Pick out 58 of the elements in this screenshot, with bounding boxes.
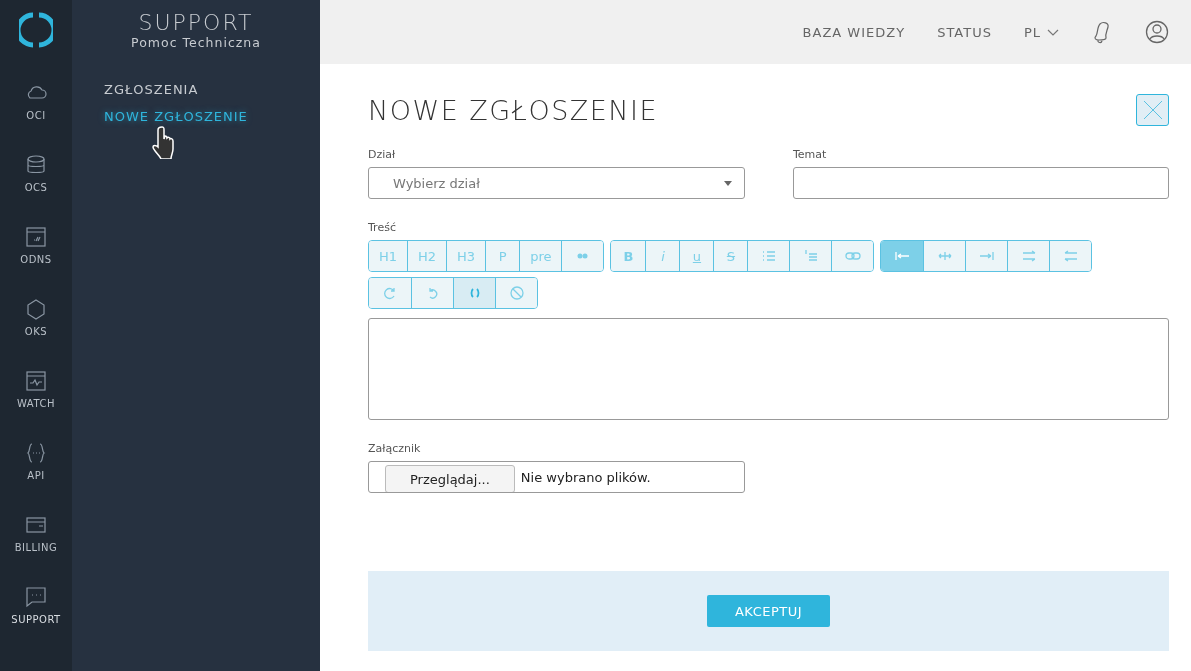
clear-format-icon [508, 285, 525, 301]
content-textarea[interactable] [368, 318, 1169, 420]
editor-tool-button[interactable] [965, 241, 1008, 271]
editor-tool-button[interactable] [495, 278, 537, 308]
nav-rail-item[interactable]: BILLING [0, 514, 72, 586]
database-icon [25, 154, 47, 176]
card-icon [25, 514, 47, 536]
nav-rail-item[interactable]: OCS [0, 154, 72, 226]
editor-tool-button[interactable] [369, 278, 411, 308]
indent-icon [1020, 248, 1037, 264]
page-title: NOWE ZGŁOSZENIE [368, 94, 659, 126]
braces-icon [25, 442, 47, 464]
nav-rail-item[interactable]: ODNS [0, 226, 72, 298]
redo-icon [382, 285, 398, 301]
sidebar-link[interactable]: ZGŁOSZENIA [104, 82, 320, 97]
close-button[interactable] [1136, 94, 1169, 126]
editor-tool-button[interactable] [1049, 241, 1092, 271]
top-nav-link[interactable]: BAZA WIEDZY [802, 24, 906, 40]
chevron-down-icon [1047, 28, 1059, 36]
top-nav-link[interactable]: STATUS [937, 24, 992, 40]
field-label: Temat [793, 148, 828, 161]
logo-icon [19, 12, 53, 48]
file-input[interactable]: Przeglądaj... Nie wybrano plików. [368, 461, 745, 493]
editor-tool-button[interactable] [1007, 241, 1050, 271]
field-label: Dział [368, 148, 397, 161]
nav-rail-item[interactable]: OKS [0, 298, 72, 370]
nav-rail-item[interactable]: SUPPORT [0, 586, 72, 658]
editor-tool-button[interactable] [789, 241, 832, 271]
editor-tool-button[interactable] [831, 241, 874, 271]
editor-tool-button[interactable] [923, 241, 966, 271]
field-label: Załącznik [368, 442, 422, 455]
editor-tool-button[interactable] [561, 241, 604, 271]
file-status: Nie wybrano plików. [520, 469, 651, 485]
browse-button[interactable]: Przeglądaj... [385, 465, 515, 492]
browser-window-icon [25, 226, 47, 248]
nav-rail-item[interactable]: WATCH [0, 370, 72, 442]
field-label: Treść [368, 221, 397, 234]
section-title: SUPPORT [138, 10, 254, 35]
numbered-list-icon [802, 248, 819, 264]
pulse-window-icon [25, 370, 47, 392]
nav-rail-item[interactable]: OCI [0, 82, 72, 154]
user-account-button[interactable] [1145, 20, 1169, 44]
section-subtitle: Pomoc Techniczna [131, 35, 261, 50]
editor-tool-button[interactable] [747, 241, 790, 271]
nav-rail-item[interactable]: API [0, 442, 72, 514]
department-select[interactable]: Wybierz dział [368, 167, 745, 199]
caret-icon [724, 180, 732, 186]
outdent-icon [1062, 248, 1079, 264]
editor-tool-button[interactable] [881, 241, 924, 271]
chat-bubble-icon [25, 586, 47, 608]
language-dropdown[interactable]: PL [1023, 24, 1059, 40]
close-icon [1142, 100, 1163, 120]
editor-tool-button[interactable] [411, 278, 453, 308]
sidebar-link[interactable]: NOWE ZGŁOSZENIE [104, 109, 320, 124]
editor-tool-button[interactable] [453, 278, 495, 308]
subject-input[interactable] [793, 167, 1169, 199]
bullet-list-icon [760, 248, 777, 264]
hexagon-icon [25, 298, 47, 320]
